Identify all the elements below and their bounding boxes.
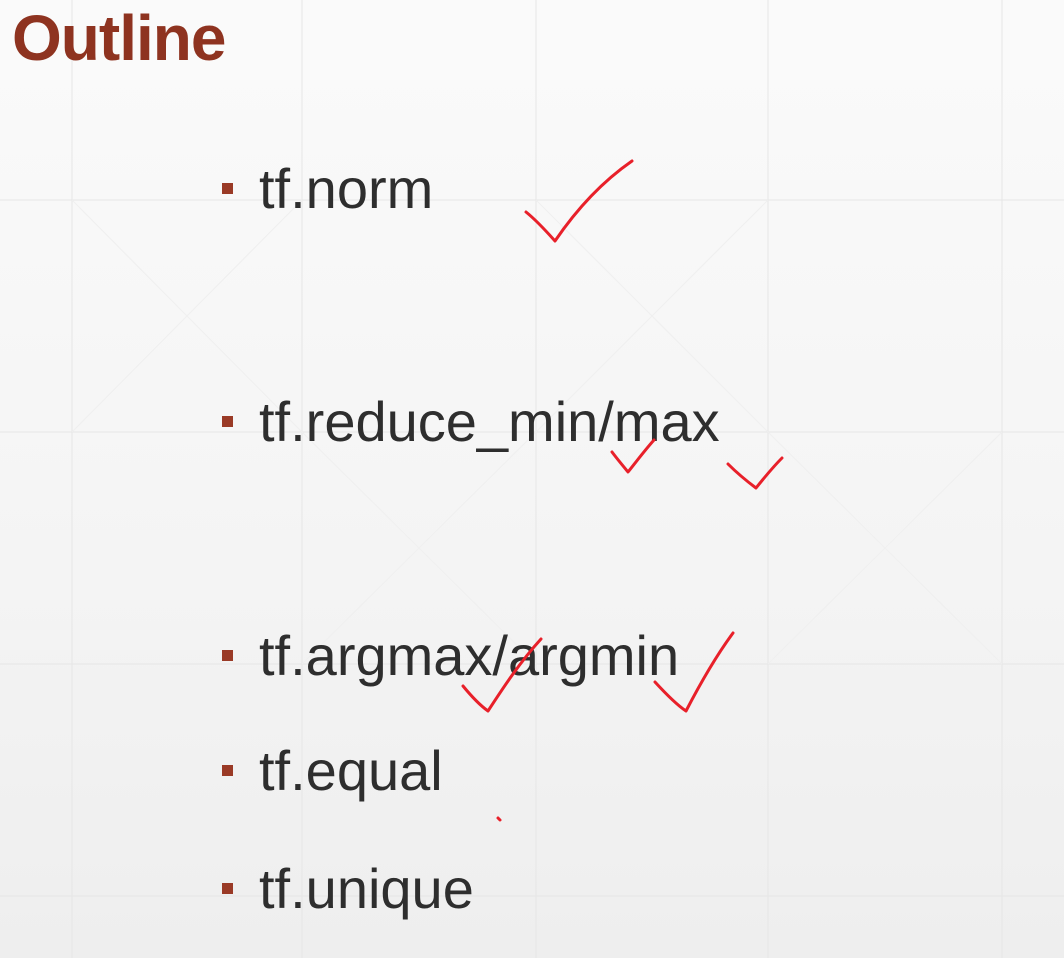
square-bullet-icon [222,882,233,894]
list-item: tf.reduce_min/max [222,386,720,456]
pen-annotations [461,159,784,822]
square-bullet-icon [222,649,233,661]
list-item: tf.norm [222,153,433,223]
square-bullet-icon [222,764,233,776]
list-item-text: tf.argmax/argmin [259,623,680,687]
square-bullet-icon [222,415,233,427]
list-item: tf.unique [222,853,474,923]
square-bullet-icon [222,182,233,194]
list-item-text: tf.norm [259,156,434,220]
list-item: tf.equal [222,735,443,805]
list-item: tf.argmax/argmin [222,620,679,690]
list-item-text: tf.reduce_min/max [259,389,720,453]
list-item-text: tf.unique [259,856,474,920]
background-grid [0,0,1064,958]
slide: Outline tf.norm tf.reduce_min/max tf.arg… [0,0,1064,958]
slide-title: Outline [12,2,226,74]
list-item-text: tf.equal [259,738,443,802]
pen-dot [496,816,502,822]
handwritten-checkmark-icon [726,456,784,490]
handwritten-checkmark-icon [524,159,634,243]
